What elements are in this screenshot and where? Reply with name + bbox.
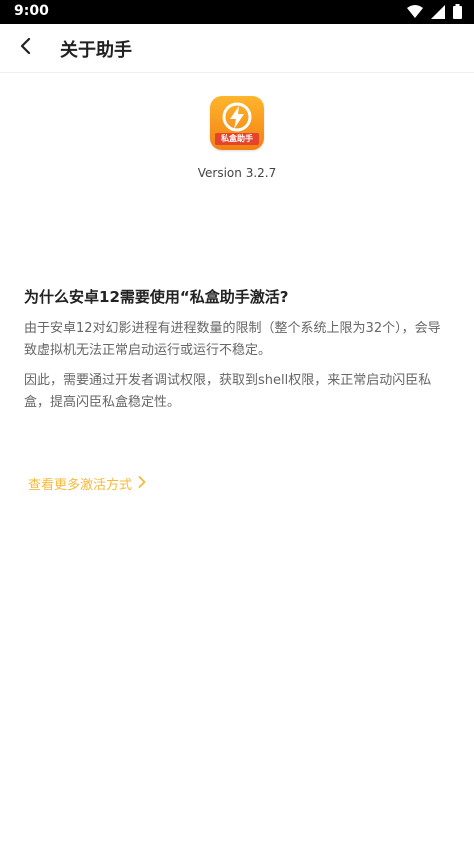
back-arrow-icon [19, 37, 33, 58]
activation-heading: 为什么安卓12需要使用“私盒助手激活? [24, 288, 289, 306]
app-logo: 私盒助手 [210, 96, 264, 150]
more-link-label: 查看更多激活方式 [28, 478, 133, 493]
more-activation-methods-link[interactable]: 查看更多激活方式 [28, 474, 146, 493]
app-version: Version 3.2.7 [197, 166, 277, 180]
signal-icon [431, 4, 445, 19]
explanation-paragraph-2: 因此，需要通过开发者调试权限，获取到shell权限，来正常启动闪臣私盒，提高闪臣… [24, 373, 432, 410]
status-icons [407, 4, 462, 19]
chevron-right-icon [138, 475, 146, 492]
status-bar: 9:00 [0, 0, 474, 24]
app-icon-label: 私盒助手 [215, 133, 259, 145]
back-button[interactable] [8, 30, 44, 66]
status-time: 9:00 [14, 3, 49, 19]
explanation-paragraph-1: 由于安卓12对幻影进程有进程数量的限制（整个系统上限为32个），会导致虚拟机无法… [24, 321, 441, 358]
page-title: 关于助手 [60, 40, 132, 61]
wifi-icon [407, 4, 423, 19]
battery-icon [453, 4, 462, 19]
app-bar: 关于助手 [0, 24, 474, 73]
